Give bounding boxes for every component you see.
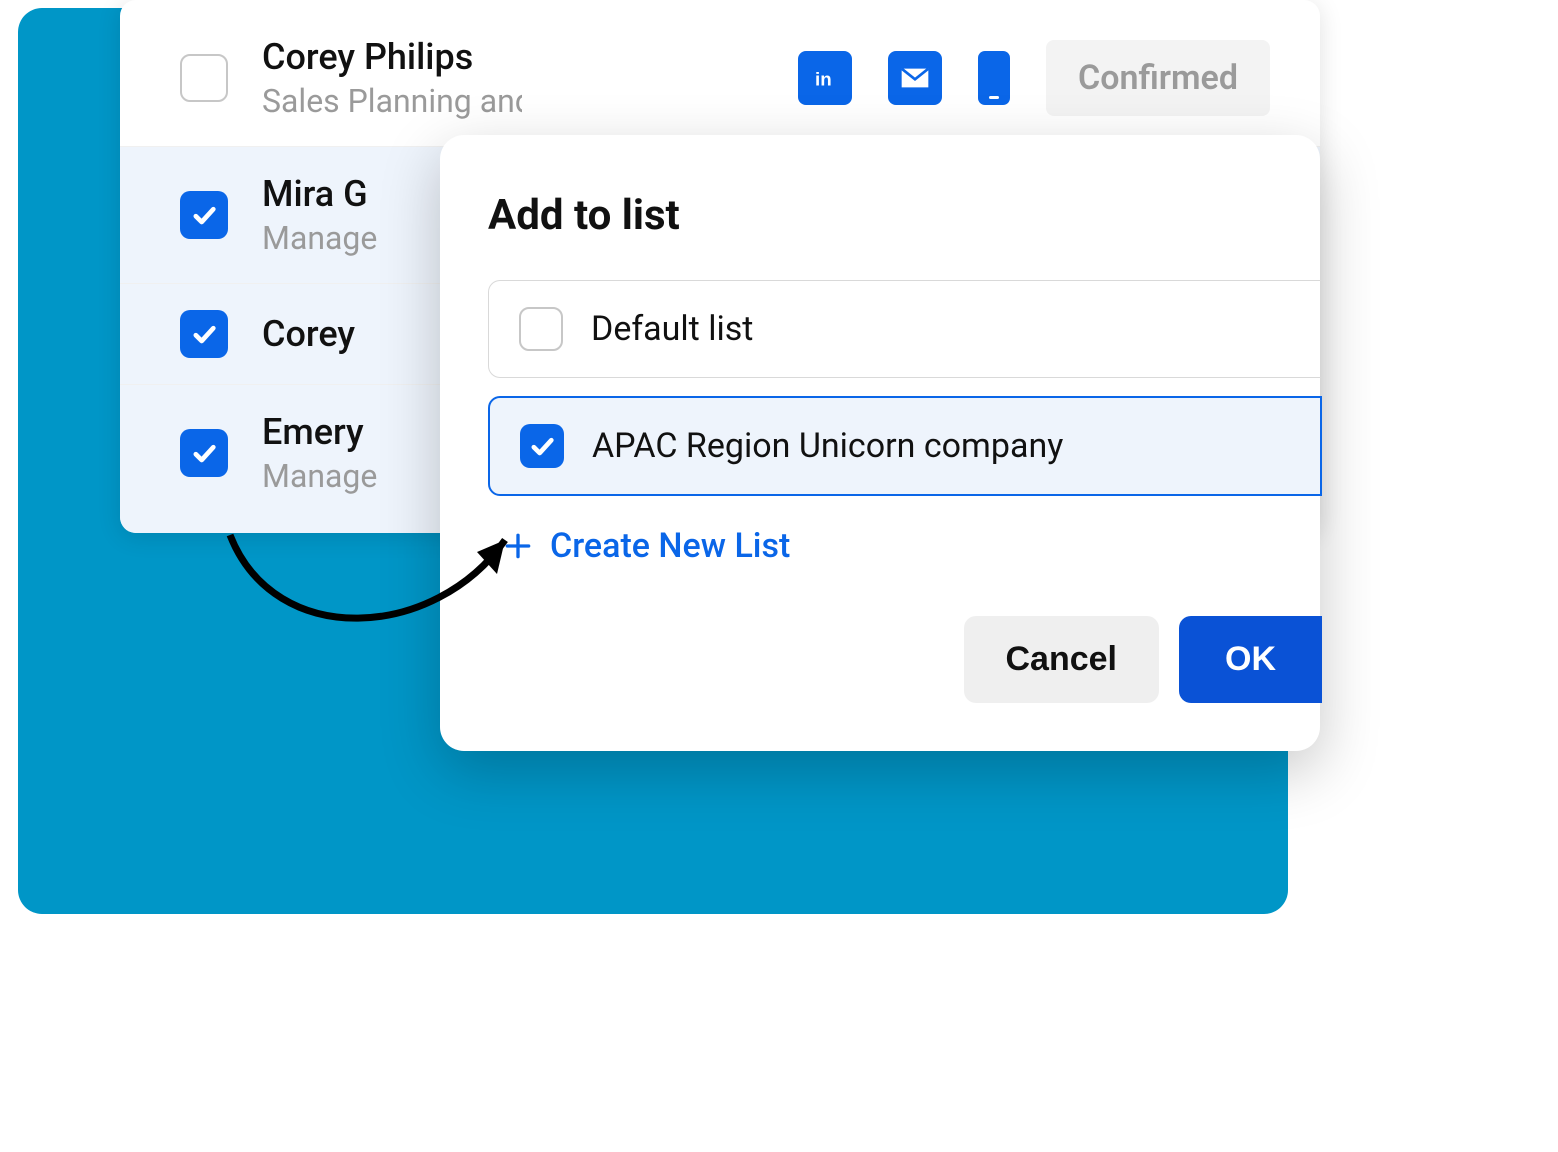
plus-icon [502, 530, 534, 562]
option-checkbox[interactable] [519, 307, 563, 351]
create-new-list-label: Create New List [550, 526, 790, 566]
dialog-actions: Cancel OK [488, 616, 1320, 703]
row-checkbox[interactable] [180, 429, 228, 477]
ok-button[interactable]: OK [1179, 616, 1322, 703]
row-checkbox[interactable] [180, 191, 228, 239]
list-option-default[interactable]: Default list [488, 280, 1322, 378]
list-option-apac[interactable]: APAC Region Unicorn company [488, 396, 1322, 496]
linkedin-icon[interactable]: in [798, 51, 852, 105]
contact-name: Mira G [262, 173, 412, 215]
svg-text:in: in [815, 69, 832, 90]
contact-name: Corey [262, 313, 412, 355]
row-checkbox[interactable] [180, 310, 228, 358]
dialog-title: Add to list [488, 191, 1320, 240]
contact-subtitle: Sales Planning and [262, 82, 522, 120]
email-icon[interactable] [888, 51, 942, 105]
contact-name: Corey Philips [262, 36, 522, 78]
create-new-list-button[interactable]: Create New List [488, 526, 1320, 566]
phone-icon[interactable] [978, 51, 1010, 105]
option-label: Default list [591, 309, 753, 349]
contact-subtitle: Manage [262, 219, 412, 257]
contact-row[interactable]: Corey Philips Sales Planning and in Conf… [120, 0, 1320, 147]
contact-subtitle: Manage [262, 457, 422, 495]
cancel-button[interactable]: Cancel [964, 616, 1160, 703]
option-label: APAC Region Unicorn company [592, 426, 1063, 466]
option-checkbox[interactable] [520, 424, 564, 468]
add-to-list-dialog: Add to list Default list APAC Region Uni… [440, 135, 1320, 751]
contact-name: Emery [262, 411, 422, 453]
row-checkbox[interactable] [180, 54, 228, 102]
status-badge: Confirmed [1046, 40, 1270, 116]
contact-action-icons: in Confirmed [798, 40, 1270, 116]
